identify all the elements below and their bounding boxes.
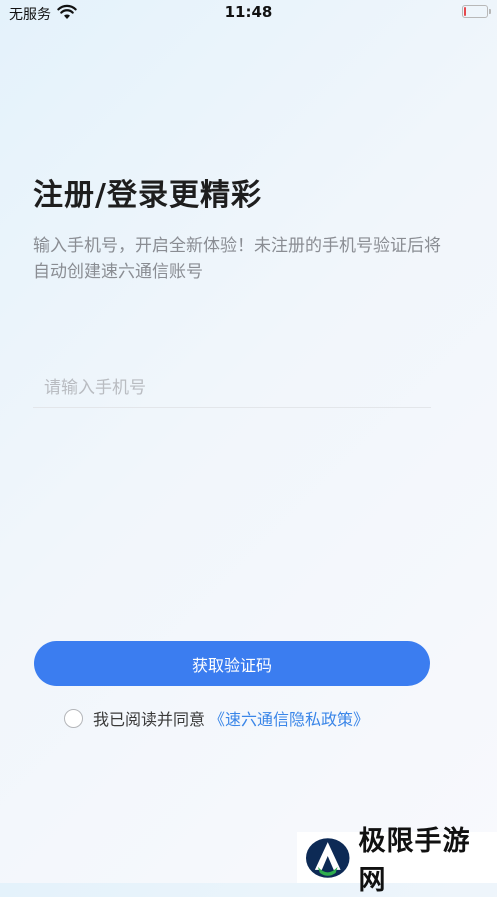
agreement-checkbox[interactable] bbox=[64, 709, 83, 728]
battery-icon bbox=[462, 5, 488, 18]
phone-input[interactable] bbox=[33, 368, 431, 408]
status-time: 11:48 bbox=[0, 3, 497, 21]
page-subtitle: 输入手机号，开启全新体验！未注册的手机号验证后将自动创建速六通信账号 bbox=[33, 233, 443, 285]
agreement-text: 我已阅读并同意 bbox=[93, 706, 205, 730]
agreement-row: 我已阅读并同意 《速六通信隐私政策》 bbox=[64, 706, 369, 730]
watermark: 极限手游网 bbox=[297, 832, 497, 883]
get-code-button[interactable]: 获取验证码 bbox=[34, 641, 430, 686]
privacy-policy-link[interactable]: 《速六通信隐私政策》 bbox=[209, 706, 369, 730]
battery-level bbox=[464, 7, 466, 16]
status-bar: 无服务 11:48 bbox=[0, 0, 497, 26]
page-title: 注册/登录更精彩 bbox=[33, 170, 262, 214]
watermark-text: 极限手游网 bbox=[359, 819, 497, 897]
watermark-logo-icon bbox=[305, 837, 351, 879]
